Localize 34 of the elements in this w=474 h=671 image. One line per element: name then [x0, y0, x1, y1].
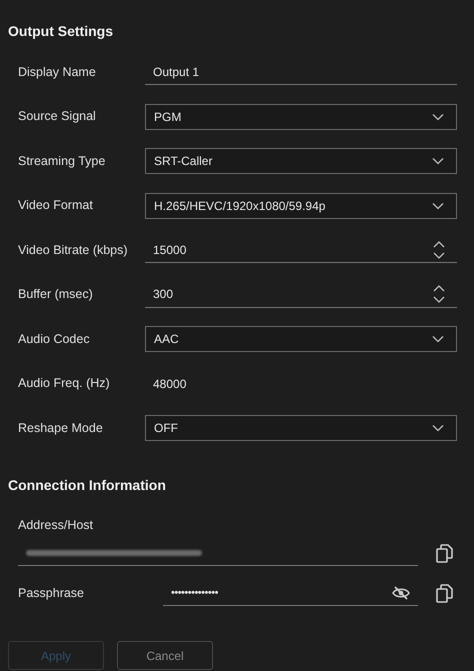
chevron-down-icon	[432, 112, 444, 121]
dropdown[interactable]: AAC	[145, 326, 457, 352]
number-field[interactable]: 15000	[145, 237, 457, 264]
field-label: Reshape Mode	[18, 420, 104, 437]
copy-icon[interactable]	[436, 584, 453, 603]
dropdown[interactable]: H.265/HEVC/1920x1080/59.94p	[145, 192, 457, 219]
field-label: Streaming Type	[18, 152, 106, 170]
field-label: Video Format	[18, 197, 94, 214]
action-button[interactable]: Cancel	[117, 641, 213, 670]
chevron-down-icon	[432, 424, 444, 432]
spinner-arrows-icon[interactable]	[433, 284, 445, 304]
copy-icon[interactable]	[436, 544, 453, 563]
password-field[interactable]: ••••••••••••••	[163, 580, 418, 606]
number-field[interactable]: 300	[145, 282, 457, 308]
field-label: Display Name	[18, 64, 97, 81]
field-label: Source Signal	[18, 108, 97, 126]
field-label: Audio Freq. (Hz)	[18, 375, 111, 392]
field-label: Video Bitrate (kbps)	[18, 242, 129, 259]
section-title: Connection Information	[7, 476, 167, 494]
spinner-arrows-icon[interactable]	[433, 240, 445, 260]
section-title: Output Settings	[7, 22, 114, 41]
chevron-down-icon	[432, 157, 444, 166]
field-label: Audio Codec	[18, 330, 91, 348]
eye-slash-icon[interactable]	[392, 586, 410, 600]
chevron-down-icon	[432, 202, 444, 210]
dropdown[interactable]: SRT-Caller	[145, 148, 457, 174]
chevron-down-icon	[432, 335, 444, 344]
field-label: Buffer (msec)	[18, 286, 94, 304]
field-label: Address/Host	[18, 516, 94, 534]
dropdown[interactable]: OFF	[145, 415, 457, 442]
field-value: 48000	[152, 376, 186, 393]
text-field[interactable]: Output 1	[145, 59, 457, 86]
dropdown[interactable]: PGM	[145, 104, 457, 130]
field-label: Passphrase	[18, 584, 86, 602]
